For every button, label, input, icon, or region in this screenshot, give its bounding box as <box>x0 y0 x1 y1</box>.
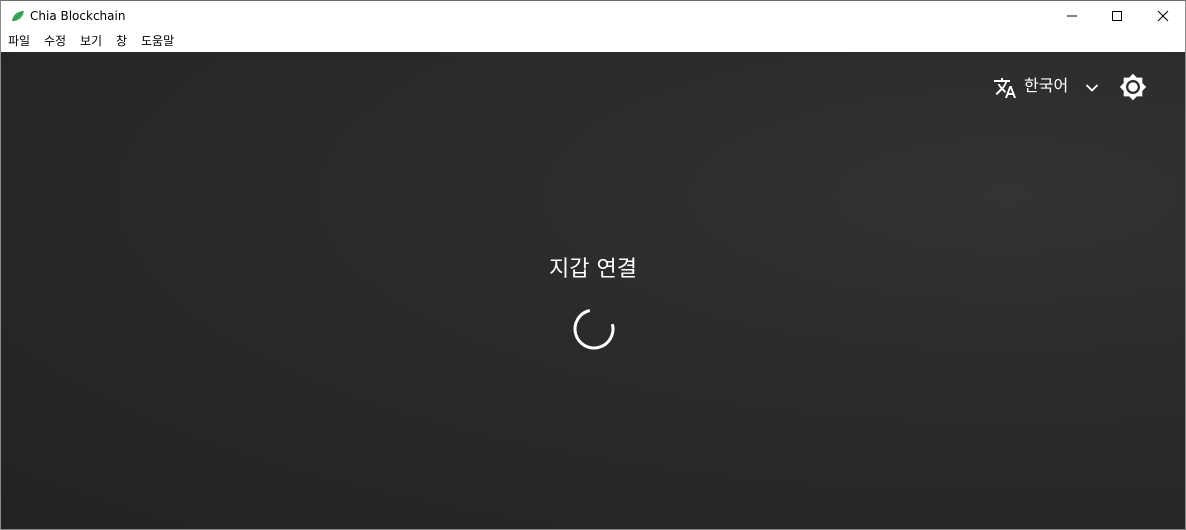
maximize-button[interactable] <box>1094 1 1140 31</box>
window-title: Chia Blockchain <box>30 9 126 23</box>
translate-icon[interactable] <box>993 76 1017 100</box>
menu-view[interactable]: 보기 <box>80 33 102 49</box>
brightness-icon[interactable] <box>1119 73 1147 101</box>
menu-file[interactable]: 파일 <box>8 33 30 49</box>
minimize-button[interactable] <box>1049 1 1095 31</box>
chevron-down-icon[interactable] <box>1083 79 1101 97</box>
close-icon <box>1157 10 1169 22</box>
menu-edit[interactable]: 수정 <box>44 33 66 49</box>
maximize-icon <box>1112 11 1122 21</box>
title-bar[interactable]: Chia Blockchain <box>1 1 1185 31</box>
language-selector-label[interactable]: 한국어 <box>1024 76 1068 96</box>
main-content: 한국어 지갑 연결 <box>1 52 1185 529</box>
minimize-icon <box>1067 15 1077 17</box>
menu-help[interactable]: 도움말 <box>141 33 174 49</box>
status-title: 지갑 연결 <box>1 256 1185 284</box>
close-button[interactable] <box>1140 1 1185 31</box>
app-window: Chia Blockchain 파일 수정 보기 창 도움말 한국어 지갑 연결 <box>0 0 1186 530</box>
menu-bar: 파일 수정 보기 창 도움말 <box>1 31 1185 51</box>
status-title-text: 지갑 연결 <box>549 257 637 282</box>
spinner-icon <box>573 308 615 350</box>
chia-leaf-icon <box>12 11 24 22</box>
menu-window[interactable]: 창 <box>116 33 127 49</box>
